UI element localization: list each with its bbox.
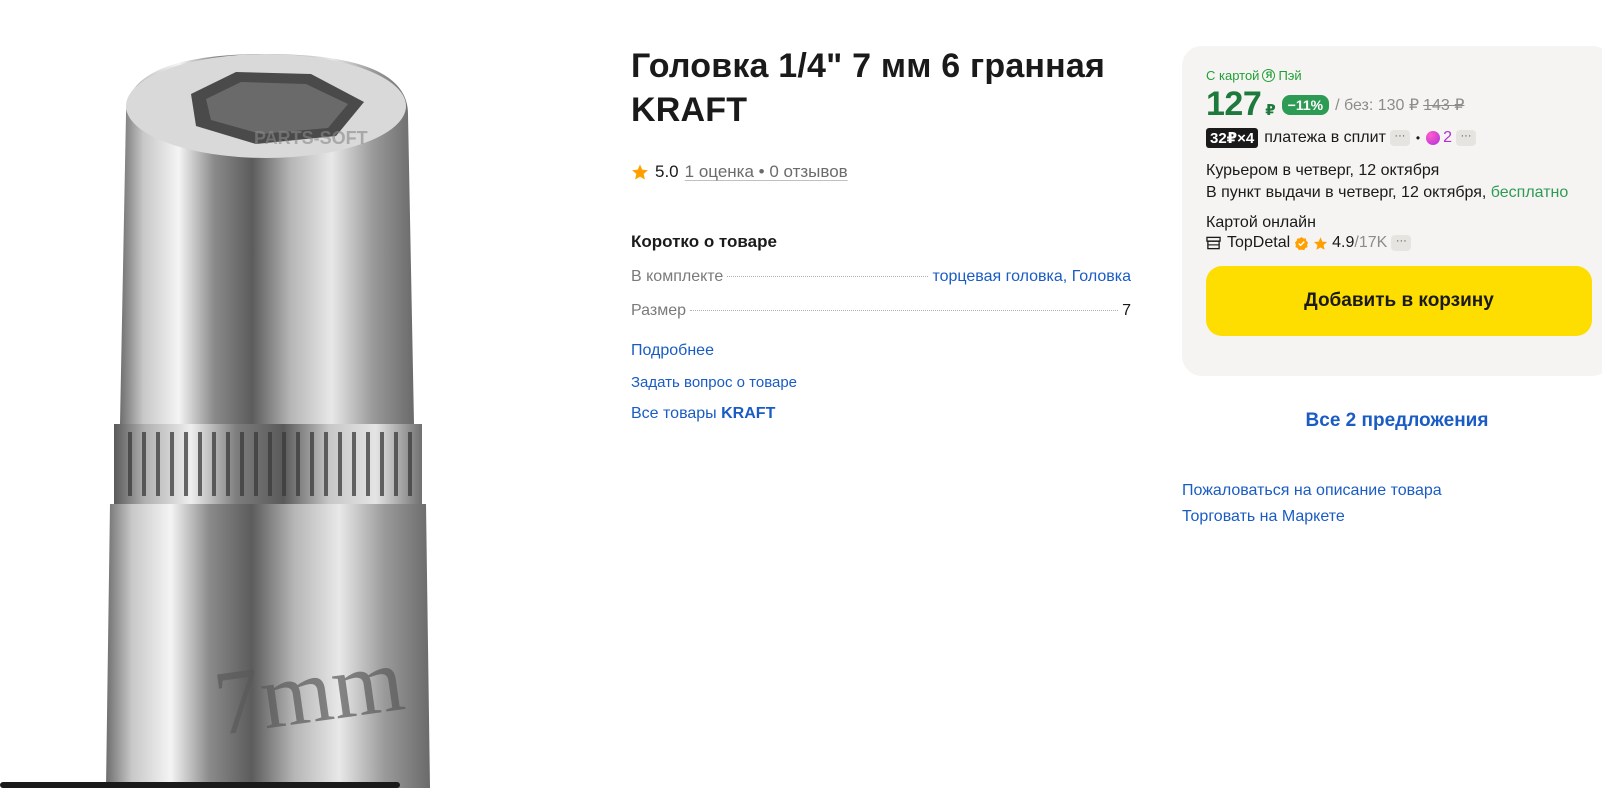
pay-card-label: С картой Я Пэй — [1206, 68, 1588, 83]
sell-on-market-link[interactable]: Торговать на Маркете — [1182, 504, 1442, 530]
footer-links: Пожаловаться на описание товара Торговат… — [1182, 478, 1442, 530]
rating-row: 5.0 1 оценка • 0 отзывов — [631, 162, 1131, 182]
discount-badge: −11% — [1281, 94, 1330, 115]
ask-question-link[interactable]: Задать вопрос о товаре — [631, 374, 1131, 391]
all-offers-link[interactable]: Все 2 предложения — [1182, 410, 1602, 432]
spec-dots — [690, 310, 1119, 311]
spec-value[interactable]: торцевая головка, Головка — [932, 268, 1131, 286]
seller-row: TopDetal 4.9 /17K ··· — [1206, 234, 1588, 252]
spec-row: Размер 7 — [631, 302, 1131, 320]
spec-dots — [727, 276, 929, 277]
cashback-more-button[interactable]: ··· — [1456, 130, 1477, 146]
socket-illustration: PARTS-SOFT 7mm — [106, 54, 430, 788]
spec-row: В комплекте торцевая головка, Головка — [631, 268, 1131, 286]
delivery-courier: Курьером в четверг, 12 октября — [1206, 162, 1440, 179]
price-row: 127 ₽ −11% / без: 130 ₽143 ₽ — [1206, 85, 1588, 124]
add-to-cart-button[interactable]: Добавить в корзину — [1206, 266, 1592, 336]
pay-prefix: С картой — [1206, 68, 1260, 83]
product-info: Головка 1/4" 7 мм 6 гранная KRAFT 5.0 1 … — [631, 44, 1131, 423]
image-watermark: PARTS-SOFT — [254, 128, 368, 148]
verified-seller-icon — [1295, 236, 1309, 250]
seller-name-link[interactable]: TopDetal — [1227, 234, 1290, 252]
pay-suffix: Пэй — [1278, 68, 1302, 83]
brand-name: KRAFT — [721, 405, 776, 422]
brand-link-prefix: Все товары — [631, 405, 722, 422]
report-description-link[interactable]: Пожаловаться на описание товара — [1182, 478, 1442, 504]
plus-cashback-count: 2 — [1443, 129, 1453, 146]
star-icon — [1314, 236, 1328, 250]
plus-cashback-icon — [1426, 131, 1441, 145]
star-icon — [632, 164, 648, 180]
delivery-free: бесплатно — [1490, 184, 1569, 201]
offer-card: С картой Я Пэй 127 ₽ −11% / без: 130 ₽14… — [1182, 46, 1602, 376]
delivery-info: Курьером в четверг, 12 октября В пункт в… — [1206, 160, 1588, 204]
price-old: 143 ₽ — [1423, 96, 1465, 114]
brand-products-link[interactable]: Все товары KRAFT — [631, 405, 1131, 423]
bullet: • — [1415, 131, 1421, 145]
spec-name: В комплекте — [631, 268, 724, 285]
seller-rating-count: /17K — [1354, 234, 1388, 251]
price-currency: ₽ — [1265, 101, 1276, 119]
delivery-pickup-line: В пункт выдачи в четверг, 12 октября, бе… — [1206, 182, 1588, 204]
product-image[interactable]: PARTS-SOFT 7mm — [96, 44, 440, 788]
payment-method: Картой онлайн — [1206, 214, 1316, 231]
reviews-link[interactable]: 1 оценка • 0 отзывов — [685, 162, 848, 182]
seller-more-button[interactable]: ··· — [1391, 235, 1412, 251]
price-current: 127 — [1206, 85, 1262, 123]
price-without-card: / без: 130 ₽143 ₽ — [1335, 95, 1464, 115]
image-gallery-scrollbar[interactable] — [0, 782, 400, 788]
split-badge[interactable]: 32₽×4 — [1206, 128, 1259, 148]
more-details-link[interactable]: Подробнее — [631, 342, 1131, 360]
yandex-pay-icon: Я — [1262, 69, 1276, 82]
split-row: 32₽×4 платежа в сплит ··· • 2 ··· — [1206, 128, 1588, 148]
product-title: Головка 1/4" 7 мм 6 гранная KRAFT — [631, 47, 1106, 129]
spec-value: 7 — [1122, 302, 1131, 319]
about-heading: Коротко о товаре — [631, 232, 777, 251]
spec-name: Размер — [631, 302, 686, 319]
delivery-pickup: В пункт выдачи в четверг, 12 октября, — [1206, 184, 1487, 201]
store-icon — [1206, 236, 1221, 250]
price-without-label: / без: 130 ₽ — [1335, 96, 1420, 114]
split-more-button[interactable]: ··· — [1389, 130, 1410, 146]
split-label[interactable]: платежа в сплит — [1264, 129, 1386, 147]
seller-rating: 4.9 — [1332, 234, 1355, 251]
rating-value: 5.0 — [655, 162, 679, 181]
